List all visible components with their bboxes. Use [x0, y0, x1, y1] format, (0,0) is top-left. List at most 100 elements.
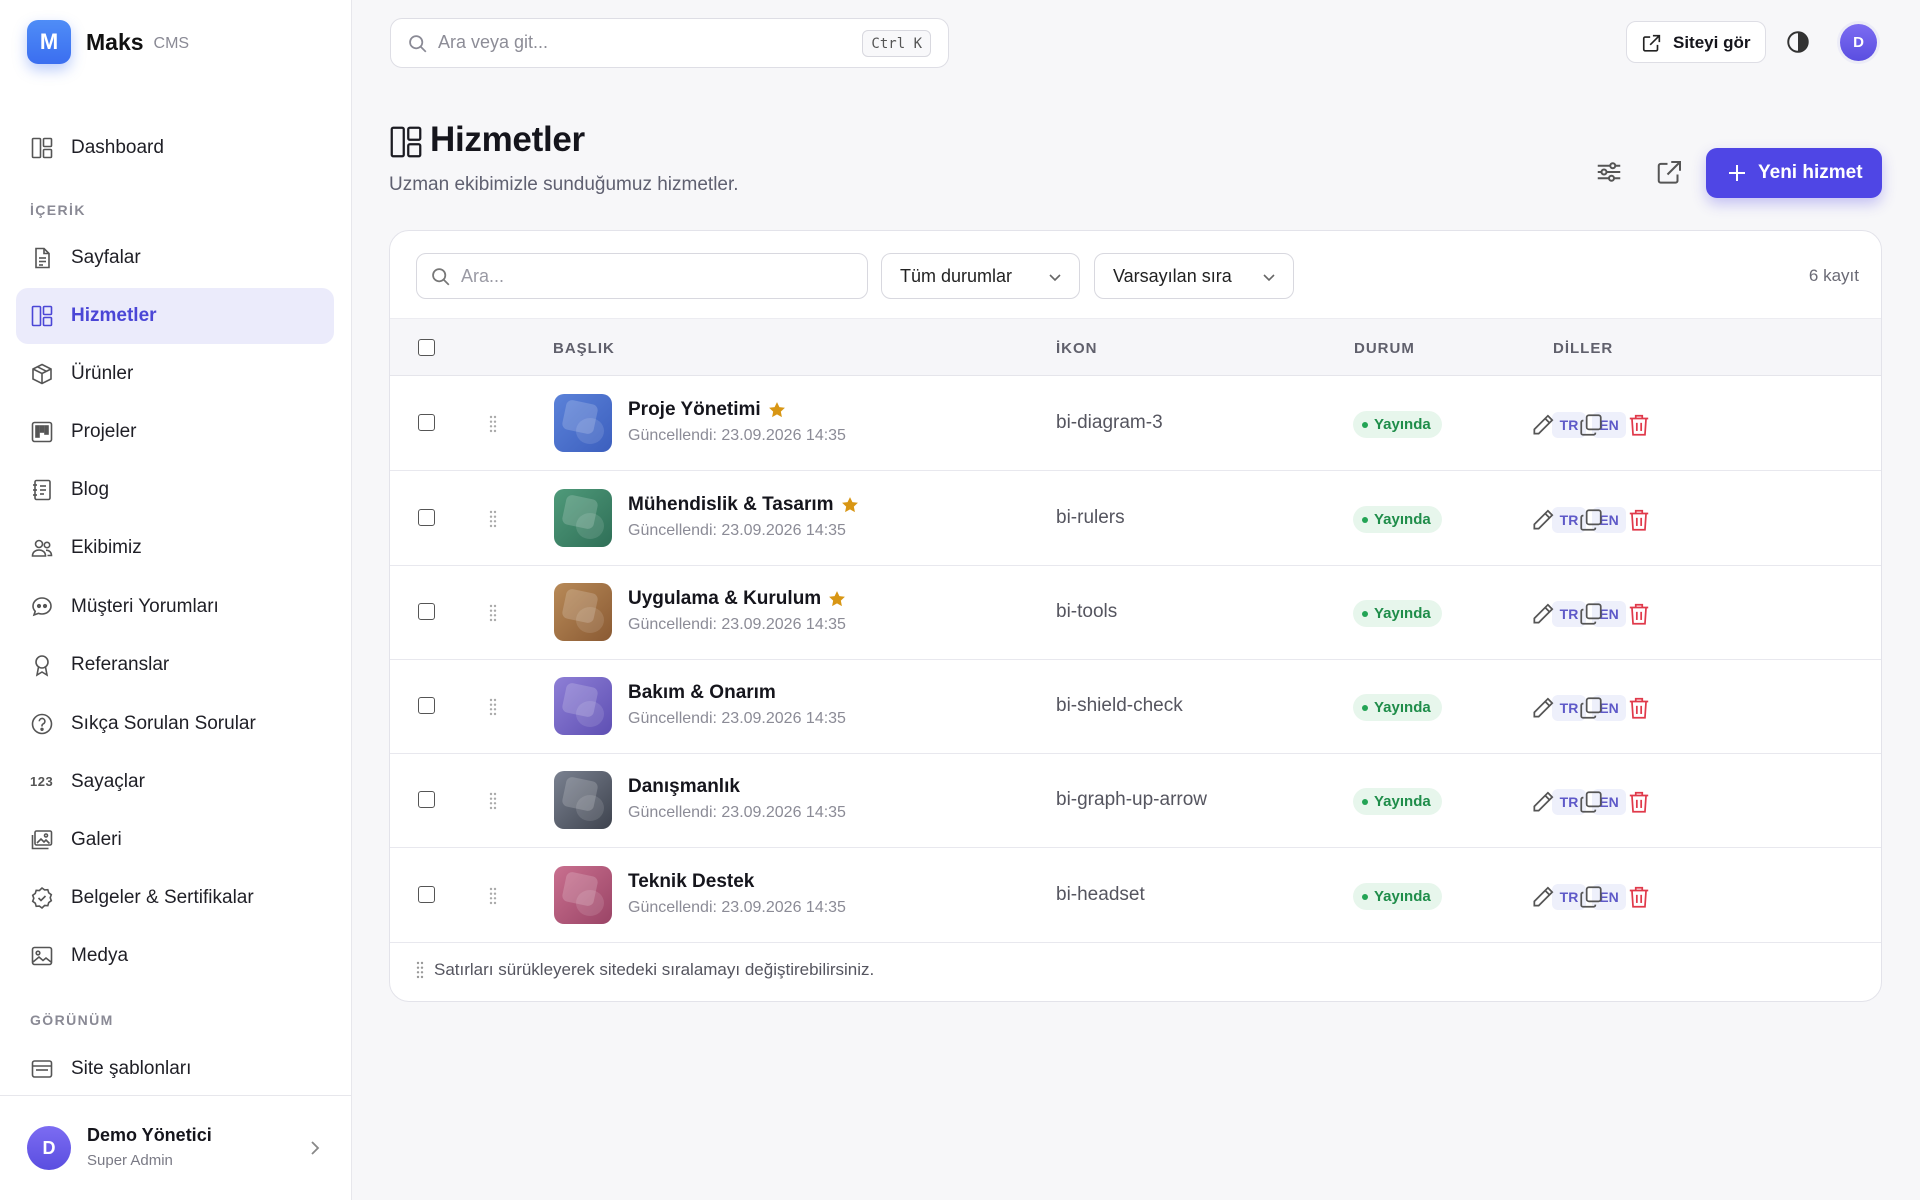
service-title[interactable]: Uygulama & Kurulum: [628, 588, 847, 610]
status-badge-label: Yayında: [1374, 511, 1431, 528]
duplicate-icon[interactable]: [1578, 507, 1604, 533]
pencil-icon[interactable]: [1530, 412, 1556, 438]
trash-icon[interactable]: [1626, 412, 1652, 438]
updated-at: Güncellendi: 23.09.2026 14:35: [628, 804, 846, 821]
avatar[interactable]: D: [1840, 24, 1877, 61]
row-checkbox[interactable]: [418, 414, 435, 431]
sidebar-item-label: Sıkça Sorulan Sorular: [71, 713, 256, 734]
sidebar-item-label: Ürünler: [71, 363, 134, 384]
star-icon: [834, 495, 860, 515]
sidebar-item-sayaçlar[interactable]: 123 Sayaçlar: [16, 754, 334, 810]
table-row[interactable]: Uygulama & Kurulum Güncellendi: 23.09.202…: [390, 566, 1881, 660]
sidebar-item-label: Medya: [71, 945, 129, 966]
table-row[interactable]: Danışmanlık Güncellendi: 23.09.2026 14:35…: [390, 754, 1881, 848]
sidebar-item-site-templates[interactable]: Site şablonları: [16, 1041, 334, 1097]
status-dot: [1362, 894, 1368, 900]
status-dot: [1362, 422, 1368, 428]
sidebar-item-hizmetler[interactable]: Hizmetler: [16, 288, 334, 344]
service-title[interactable]: Bakım & Onarım: [628, 682, 776, 704]
sidebar-item-sayfalar[interactable]: Sayfalar: [16, 230, 334, 286]
pencil-icon[interactable]: [1530, 601, 1556, 627]
status-badge: Yayında: [1353, 694, 1442, 721]
chevron-down-icon: [1261, 269, 1277, 285]
sidebar-item-ürünler[interactable]: Ürünler: [16, 346, 334, 402]
row-checkbox[interactable]: [418, 697, 435, 714]
column-header-languages: DİLLER: [1553, 340, 1614, 357]
grip-vertical-icon[interactable]: [489, 604, 497, 622]
duplicate-icon[interactable]: [1578, 884, 1604, 910]
trash-icon[interactable]: [1626, 884, 1652, 910]
nav-section-view: GÖRÜNÜM: [30, 1012, 114, 1028]
new-service-button[interactable]: Yeni hizmet: [1706, 148, 1882, 198]
table-row[interactable]: Proje Yönetimi Güncellendi: 23.09.2026 14…: [390, 377, 1881, 471]
user-role: Super Admin: [87, 1152, 173, 1169]
sidebar-item-projeler[interactable]: Projeler: [16, 404, 334, 460]
pencil-icon[interactable]: [1530, 507, 1556, 533]
external-link-icon[interactable]: [1655, 157, 1685, 187]
grip-vertical-icon[interactable]: [489, 698, 497, 716]
row-checkbox[interactable]: [418, 603, 435, 620]
trash-icon[interactable]: [1626, 695, 1652, 721]
grip-vertical-icon[interactable]: [489, 792, 497, 810]
status-dot: [1362, 705, 1368, 711]
status-filter-select[interactable]: Tüm durumlar: [881, 253, 1080, 299]
sidebar-item-dashboard[interactable]: Dashboard: [16, 120, 334, 176]
row-checkbox[interactable]: [418, 886, 435, 903]
brand-logo: M: [27, 20, 71, 64]
brand-sub: CMS: [153, 34, 190, 52]
search-icon: [407, 33, 428, 54]
view-site-button[interactable]: Siteyi gör: [1626, 21, 1766, 63]
sidebar-item-müşteri-yorumları[interactable]: Müşteri Yorumları: [16, 579, 334, 635]
dashboard-icon: [30, 136, 54, 160]
service-title[interactable]: Proje Yönetimi: [628, 399, 787, 421]
pencil-icon[interactable]: [1530, 884, 1556, 910]
table-search-input[interactable]: Ara...: [416, 253, 868, 299]
sidebar-item-sıkça-sorulan-sorular[interactable]: Sıkça Sorulan Sorular: [16, 696, 334, 752]
table-row[interactable]: Teknik Destek Güncellendi: 23.09.2026 14:…: [390, 849, 1881, 943]
sidebar-item-blog[interactable]: Blog: [16, 462, 334, 518]
sidebar-item-referanslar[interactable]: Referanslar: [16, 637, 334, 693]
brand[interactable]: M Maks CMS: [27, 20, 189, 64]
sort-select[interactable]: Varsayılan sıra: [1094, 253, 1294, 299]
user-menu[interactable]: D Demo Yönetici Super Admin: [0, 1095, 351, 1200]
row-checkbox[interactable]: [418, 791, 435, 808]
updated-at: Güncellendi: 23.09.2026 14:35: [628, 899, 846, 916]
sidebar-item-label: Blog: [71, 479, 110, 500]
row-checkbox[interactable]: [418, 509, 435, 526]
grip-vertical-icon[interactable]: [489, 510, 497, 528]
pencil-icon[interactable]: [1530, 695, 1556, 721]
trash-icon[interactable]: [1626, 789, 1652, 815]
grip-vertical-icon[interactable]: [489, 887, 497, 905]
updated-at: Güncellendi: 23.09.2026 14:35: [628, 616, 846, 633]
sidebar-item-ekibimiz[interactable]: Ekibimiz: [16, 520, 334, 576]
service-title-text: Proje Yönetimi: [628, 399, 761, 420]
trash-icon[interactable]: [1626, 507, 1652, 533]
service-title[interactable]: Danışmanlık: [628, 776, 740, 798]
global-search-placeholder: Ara veya git...: [438, 32, 549, 52]
table-footnote: Satırları sürükleyerek sitedeki sıralama…: [416, 960, 874, 980]
status-badge-label: Yayında: [1374, 699, 1431, 716]
duplicate-icon[interactable]: [1578, 601, 1604, 627]
service-title[interactable]: Mühendislik & Tasarım: [628, 494, 860, 516]
status-filter-value: Tüm durumlar: [900, 266, 1013, 286]
grip-vertical-icon[interactable]: [489, 415, 497, 433]
plus-icon: [1727, 163, 1747, 183]
table-row[interactable]: Mühendislik & Tasarım Güncellendi: 23.09.…: [390, 472, 1881, 566]
select-all-checkbox[interactable]: [418, 339, 435, 356]
icon-class: bi-graph-up-arrow: [1056, 789, 1208, 810]
sliders-icon[interactable]: [1594, 157, 1624, 187]
duplicate-icon[interactable]: [1578, 412, 1604, 438]
icon-class: bi-headset: [1056, 884, 1145, 905]
sidebar-item-galeri[interactable]: Galeri: [16, 812, 334, 868]
table-row[interactable]: Bakım & Onarım Güncellendi: 23.09.2026 14…: [390, 660, 1881, 754]
service-title[interactable]: Teknik Destek: [628, 871, 754, 893]
pencil-icon[interactable]: [1530, 789, 1556, 815]
theme-toggle-icon[interactable]: [1785, 29, 1811, 55]
sidebar-item-medya[interactable]: Medya: [16, 928, 334, 984]
sidebar-item-belgeler-sertifikalar[interactable]: Belgeler & Sertifikalar: [16, 870, 334, 926]
global-search[interactable]: Ara veya git... Ctrl K: [390, 18, 949, 68]
record-count: 6 kayıt: [1808, 266, 1859, 285]
trash-icon[interactable]: [1626, 601, 1652, 627]
duplicate-icon[interactable]: [1578, 789, 1604, 815]
duplicate-icon[interactable]: [1578, 695, 1604, 721]
